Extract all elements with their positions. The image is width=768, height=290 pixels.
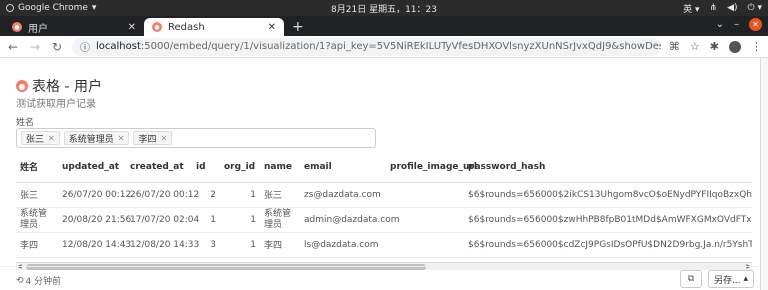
- table-cell: ls@dazdata.com: [300, 232, 386, 258]
- table-cell: 系统管理员: [16, 207, 58, 233]
- translate-icon[interactable]: ⌘: [669, 40, 680, 53]
- column-header[interactable]: email: [300, 152, 386, 183]
- table-row: 张三 26/07/20 00:12 26/07/20 00:12 2 1 张三 …: [16, 182, 752, 208]
- chip-remove-icon[interactable]: ✕: [48, 134, 55, 143]
- table-cell: 20/08/20 21:56: [58, 207, 131, 233]
- network-icon[interactable]: ⋔: [710, 3, 718, 13]
- tab-close-icon[interactable]: ✕: [128, 22, 136, 33]
- table-cell: 李四: [260, 232, 300, 258]
- vertical-scrollbar[interactable]: [760, 58, 768, 290]
- volume-icon[interactable]: ◀): [727, 3, 737, 13]
- param-chip[interactable]: 张三 ✕: [21, 131, 60, 145]
- power-icon[interactable]: ⏻ ▾: [748, 3, 763, 13]
- caret-down-icon: ▾: [91, 3, 97, 13]
- minimize-icon[interactable]: –: [734, 19, 739, 30]
- table-cell: 26/07/20 00:12: [58, 182, 131, 208]
- open-external-button[interactable]: ⧉: [680, 270, 702, 288]
- tab-redash[interactable]: ● Redash ✕: [144, 18, 284, 36]
- url-input[interactable]: ⓘ localhost:5000/embed/query/1/visualiza…: [72, 37, 661, 56]
- clock[interactable]: 8月21日 星期五，11：23: [331, 2, 437, 15]
- param-chip[interactable]: 系统管理员 ✕: [63, 131, 130, 145]
- footer: ⟲ 4 分钟前 ⧉ 另存... ▴: [0, 266, 768, 290]
- table-cell: zs@dazdata.com: [300, 182, 386, 208]
- caret-up-icon: ▴: [743, 274, 749, 284]
- back-icon[interactable]: ←: [6, 40, 20, 54]
- input-method[interactable]: 英 ▾: [683, 2, 699, 15]
- name-param-select[interactable]: 张三 ✕ 系统管理员 ✕ 李四 ✕: [16, 128, 376, 148]
- table-cell: 1: [220, 232, 260, 258]
- table-cell: 1: [220, 182, 260, 208]
- param-chip[interactable]: 李四 ✕: [133, 131, 173, 145]
- column-header[interactable]: password_hash: [464, 152, 752, 183]
- table-header-row: 姓名 updated_at created_at id org_id name …: [16, 152, 752, 183]
- column-header[interactable]: profile_image_url: [386, 152, 477, 183]
- table-cell: 12/08/20 14:33: [126, 232, 199, 258]
- reload-icon[interactable]: ↻: [50, 40, 64, 54]
- column-header[interactable]: id: [192, 152, 220, 183]
- embed-page: ● 表格 - 用户 测试获取用户记录 姓名 张三 ✕ 系统管理员 ✕ 李四 ✕ 姓名 …: [0, 58, 768, 290]
- column-header[interactable]: created_at: [126, 152, 192, 183]
- chip-remove-icon[interactable]: ✕: [118, 134, 125, 143]
- last-updated: ⟲ 4 分钟前: [16, 275, 62, 288]
- table-cell: 李四: [16, 232, 58, 258]
- column-header[interactable]: 姓名: [16, 152, 58, 183]
- table-cell: 1: [220, 207, 260, 233]
- table-cell: 26/07/20 00:12: [126, 182, 199, 208]
- table-cell: 17/07/20 02:04: [126, 207, 199, 233]
- extensions-icon[interactable]: ✱: [710, 40, 719, 53]
- table-cell: 张三: [260, 182, 300, 208]
- more-menu-icon[interactable]: ⋮: [751, 40, 762, 53]
- table-row: 系统管理员 20/08/20 21:56 17/07/20 02:04 1 1 …: [16, 207, 752, 233]
- tab-search-icon[interactable]: ⌄: [716, 19, 724, 30]
- column-header[interactable]: updated_at: [58, 152, 126, 183]
- table-cell: 张三: [16, 182, 58, 208]
- table-cell: $6$rounds=656000$2ikCS13Uhgom8vcO$oENydP…: [464, 182, 752, 208]
- table-cell: [386, 232, 464, 258]
- table-row: 李四 12/08/20 14:43 12/08/20 14:33 3 1 李四 …: [16, 232, 752, 258]
- table-cell: $6$rounds=656000$zwHhPB8fpB01tMDd$AmWFXG…: [464, 207, 752, 233]
- tab-label: 用户: [28, 23, 48, 35]
- visualization-title: ● 表格 - 用户: [16, 76, 102, 96]
- info-icon[interactable]: ⓘ: [80, 39, 90, 54]
- table-cell: [386, 182, 464, 208]
- close-window-icon[interactable]: ✕: [749, 18, 762, 31]
- column-header[interactable]: org_id: [220, 152, 260, 183]
- tab-close-icon[interactable]: ✕: [268, 22, 276, 33]
- description: 测试获取用户记录: [16, 99, 96, 110]
- column-header[interactable]: name: [260, 152, 300, 183]
- param-label: 姓名: [16, 118, 35, 128]
- results-table: 姓名 updated_at created_at id org_id name …: [16, 152, 752, 262]
- new-tab-button[interactable]: +: [284, 18, 312, 36]
- tab-users[interactable]: ● 用户 ✕: [4, 18, 144, 36]
- bookmark-star-icon[interactable]: ☆: [690, 40, 700, 53]
- table-cell: 系统管理员: [260, 207, 300, 233]
- save-as-button[interactable]: 另存... ▴: [708, 270, 754, 288]
- tab-strip: ● 用户 ✕ ● Redash ✕ + ⌄ – ✕: [0, 16, 768, 36]
- tab-label: Redash: [168, 21, 205, 33]
- profile-avatar[interactable]: [729, 40, 741, 53]
- address-bar: ← → ↻ ⓘ localhost:5000/embed/query/1/vis…: [0, 36, 768, 58]
- forward-icon[interactable]: →: [28, 40, 42, 54]
- table-cell: $6$rounds=656000$cdZcJ9PGsIDsOPfU$DN2D9r…: [464, 232, 752, 258]
- os-top-bar: Google Chrome ▾ 8月21日 星期五，11：23 英 ▾ ⋔ ◀)…: [0, 0, 768, 16]
- table-cell: admin@dazdata.com: [300, 207, 400, 233]
- external-link-icon: ⧉: [687, 274, 695, 284]
- redash-favicon-icon: ●: [152, 22, 162, 32]
- table-cell: 12/08/20 14:43: [58, 232, 131, 258]
- chip-remove-icon[interactable]: ✕: [160, 134, 167, 143]
- redash-favicon-icon: ●: [12, 22, 22, 32]
- app-menu[interactable]: Google Chrome ▾: [6, 3, 96, 13]
- page-title: 表格 - 用户: [32, 79, 102, 95]
- chrome-icon: [6, 4, 14, 12]
- app-name: Google Chrome: [18, 3, 88, 13]
- refresh-icon: ⟲: [16, 275, 24, 286]
- redash-logo-icon: ●: [16, 80, 28, 92]
